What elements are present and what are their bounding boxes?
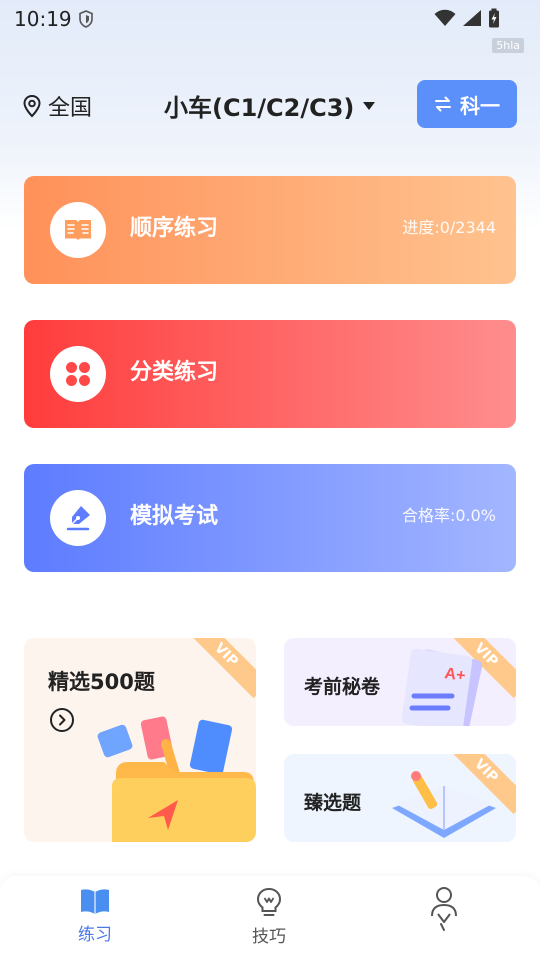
location-label: 全国 (48, 96, 93, 121)
wifi-icon (434, 9, 456, 26)
mock-exam-title: 模拟考试 (130, 504, 219, 529)
category-practice-card[interactable]: 分类练习 (24, 320, 516, 428)
pre-exam-secret-title: 考前秘卷 (304, 676, 381, 698)
status-icons (434, 7, 500, 29)
tab-tips-label: 技巧 (252, 927, 286, 947)
selected-500-promo[interactable]: 精选500题 VIP (24, 638, 256, 842)
four-petal-icon (66, 362, 90, 386)
lightbulb-icon (256, 887, 282, 916)
sequential-practice-card[interactable]: 顺序练习 进度:0/2344 (24, 176, 516, 284)
tab-tips[interactable]: 技巧 (229, 886, 309, 952)
subject-switch-label: 科一 (460, 93, 500, 118)
swap-icon (435, 96, 451, 112)
pre-exam-secret-promo[interactable]: 考前秘卷 VIP A+ (284, 638, 516, 726)
location-selector[interactable]: 全国 (22, 90, 92, 122)
profile-icon (431, 887, 457, 931)
mock-exam-card[interactable]: 模拟考试 合格率:0.0% (24, 464, 516, 572)
battery-icon (489, 8, 499, 28)
sequential-progress: 进度:0/2344 (402, 218, 496, 237)
caret-down-icon (363, 101, 376, 110)
category-practice-title: 分类练习 (130, 360, 219, 385)
bottom-tab-bar: 练习 技巧 (0, 876, 540, 960)
mock-exam-pass-rate: 合格率:0.0% (401, 506, 496, 525)
book-icon (81, 889, 109, 914)
status-bar: 10:19 (0, 0, 540, 38)
pen-icon-badge (50, 490, 106, 546)
watermark: 5hla (492, 38, 524, 53)
car-type-selector[interactable]: 小车(C1/C2/C3) (164, 88, 376, 123)
status-time: 10:19 (14, 7, 72, 31)
curated-questions-promo[interactable]: 臻选题 VIP (284, 754, 516, 842)
curated-questions-title: 臻选题 (304, 792, 362, 814)
signal-icon (463, 10, 481, 26)
sequential-practice-title: 顺序练习 (130, 216, 219, 241)
selected-500-title: 精选500题 (48, 670, 155, 694)
shield-icon (79, 10, 93, 28)
open-book-illustration (392, 771, 496, 838)
folder-illustration (97, 716, 256, 842)
category-icon-badge (50, 346, 106, 402)
pen-nib-icon (66, 506, 90, 531)
tab-practice[interactable]: 练习 (55, 886, 135, 952)
book-icon (65, 220, 91, 241)
book-icon-badge (50, 202, 106, 258)
car-type-label: 小车(C1/C2/C3) (164, 94, 355, 122)
vip-badge: VIP (182, 638, 256, 699)
subject-switch-button[interactable]: 科一 (417, 80, 517, 128)
location-pin-icon (23, 94, 41, 118)
svg-text:A+: A+ (443, 665, 466, 685)
header: 全国 小车(C1/C2/C3) 科一 (0, 78, 540, 132)
tab-profile[interactable] (404, 886, 484, 952)
tab-practice-label: 练习 (78, 925, 112, 945)
exam-paper-illustration: A+ (401, 648, 483, 726)
arrow-right-icon (50, 708, 74, 732)
